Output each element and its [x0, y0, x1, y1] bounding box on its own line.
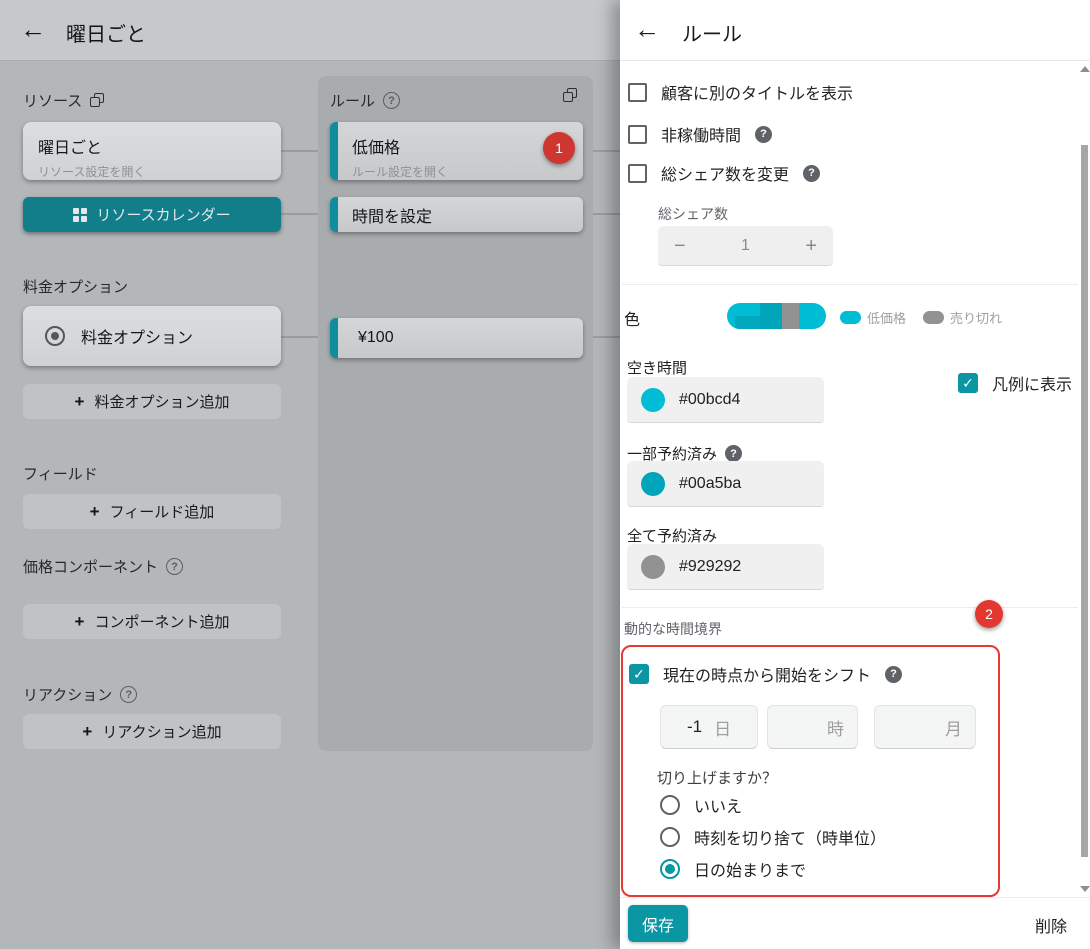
checkbox-row-nonworking-hours: 非稼働時間 ?	[628, 122, 773, 146]
save-button[interactable]: 保存	[628, 905, 688, 942]
scrollbar-thumb[interactable]	[1081, 145, 1088, 857]
checkbox-row-change-shares: 総シェア数を変更 ?	[628, 161, 821, 185]
price-components-section-label: 価格コンポーネント ?	[23, 556, 184, 577]
resource-calendar-button[interactable]: リソースカレンダー	[23, 197, 281, 232]
editor-header: ← 曜日ごと	[0, 0, 620, 61]
radio-row-truncate-hour: 時刻を切り捨て（時単位）	[660, 825, 886, 849]
drawer-header: ← ルール	[620, 0, 1090, 61]
price-option-card[interactable]: 料金オプション	[23, 306, 281, 366]
color-section-label: 色	[624, 312, 641, 329]
annotation-red-box: ✓ 現在の時点から開始をシフト ? -1 日 時 月 切り上げますか？ いいえ	[621, 645, 1000, 897]
radio-row-start-of-day: 日の始まりまで	[660, 857, 806, 881]
help-icon[interactable]: ?	[120, 686, 138, 703]
checkbox-unchecked[interactable]	[628, 82, 647, 102]
rule-card-price[interactable]: ¥100	[330, 318, 583, 358]
resource-card[interactable]: 曜日ごと リソース設定を開く	[23, 122, 281, 180]
checkbox-row-customer-title: 顧客に別のタイトルを表示	[628, 80, 853, 104]
copy-icon[interactable]	[563, 88, 578, 103]
checkbox-unchecked[interactable]	[628, 163, 647, 183]
legend-sold-out: 売り切れ	[923, 308, 1002, 327]
rules-section-label: ルール ?	[330, 90, 401, 111]
divider	[622, 284, 1078, 285]
help-icon[interactable]: ?	[166, 558, 184, 575]
reactions-section-label: リアクション ?	[23, 684, 138, 705]
copy-icon[interactable]	[90, 93, 105, 108]
share-count-stepper: − 1 +	[658, 226, 833, 266]
flow-editor-panel: ← 曜日ごと リソース 曜日ごと リソース設定を開く リソースカレンダー 料金オ…	[0, 0, 620, 949]
fields-section-label: フィールド	[23, 466, 98, 483]
share-count-value[interactable]: 1	[741, 237, 750, 255]
fully-booked-color-field[interactable]: #929292	[627, 544, 824, 590]
footer-divider	[620, 897, 1090, 898]
show-in-legend-row: ✓ 凡例に表示	[958, 371, 1072, 395]
add-price-option-button[interactable]: + 料金オプション追加	[23, 384, 281, 419]
resource-card-subtitle: リソース設定を開く	[38, 165, 146, 179]
back-arrow-icon[interactable]: ←	[20, 16, 46, 42]
color-dot	[641, 387, 665, 412]
calendar-grid-icon	[73, 208, 87, 222]
help-icon[interactable]: ?	[803, 164, 821, 182]
plus-icon: +	[89, 501, 100, 521]
resources-section-label: リソース	[23, 90, 105, 111]
partially-booked-color-field[interactable]: #00a5ba	[627, 461, 824, 507]
shift-months-input[interactable]: 月	[874, 705, 976, 749]
fully-booked-label: 全て予約済み	[627, 528, 718, 545]
drawer-title: ルール	[682, 24, 742, 46]
rule-settings-drawer: ← ルール 顧客に別のタイトルを表示 非稼働時間 ? 総シェア数を変更 ? 総シ…	[620, 0, 1090, 949]
price-options-section-label: 料金オプション	[23, 279, 129, 296]
radio-checked[interactable]	[660, 859, 680, 879]
shift-start-row: ✓ 現在の時点から開始をシフト ?	[629, 662, 903, 686]
radio-unchecked[interactable]	[660, 827, 680, 847]
legend-swatch-gray	[923, 311, 944, 324]
scrollbar-down-arrow[interactable]	[1080, 886, 1090, 892]
available-color-field[interactable]: #00bcd4	[627, 377, 824, 423]
rules-column: ルール ? 低価格 ルール設定を開く 1 時間を設定 ¥100	[318, 76, 593, 751]
plus-icon: +	[74, 391, 85, 411]
app-root: ← 曜日ごと リソース 曜日ごと リソース設定を開く リソースカレンダー 料金オ…	[0, 0, 1090, 949]
annotation-badge-1: 1	[543, 132, 575, 164]
legend-low-price: 低価格	[840, 308, 906, 327]
increment-button[interactable]: +	[805, 236, 817, 256]
round-up-question-label: 切り上げますか？	[657, 770, 778, 787]
share-count-label: 総シェア数	[658, 206, 728, 222]
radio-row-no: いいえ	[660, 793, 742, 817]
rule-card-set-time[interactable]: 時間を設定	[330, 197, 583, 232]
color-preview-pill	[727, 303, 826, 329]
decrement-button[interactable]: −	[674, 236, 686, 256]
divider	[622, 607, 1078, 608]
available-time-label: 空き時間	[627, 360, 688, 377]
add-component-button[interactable]: + コンポーネント追加	[23, 604, 281, 639]
add-field-button[interactable]: + フィールド追加	[23, 494, 281, 529]
delete-button[interactable]: 削除	[1035, 913, 1067, 937]
price-option-card-title: 料金オプション	[81, 330, 194, 347]
help-icon[interactable]: ?	[725, 445, 743, 462]
plus-icon: +	[82, 721, 93, 741]
color-dot	[641, 554, 665, 579]
legend-swatch-teal	[840, 311, 861, 324]
checkbox-unchecked[interactable]	[628, 124, 647, 144]
editor-title: 曜日ごと	[66, 24, 146, 46]
back-arrow-icon[interactable]: ←	[634, 16, 660, 42]
radio-button-icon	[45, 326, 65, 346]
shift-hours-input[interactable]: 時	[767, 705, 858, 749]
rule-card-low-price[interactable]: 低価格 ルール設定を開く 1	[330, 122, 583, 180]
help-icon[interactable]: ?	[885, 665, 903, 683]
plus-icon: +	[74, 611, 85, 631]
help-icon[interactable]: ?	[383, 92, 401, 109]
checkbox-checked[interactable]: ✓	[629, 664, 649, 684]
scrollbar-up-arrow[interactable]	[1080, 66, 1090, 72]
help-icon[interactable]: ?	[755, 125, 773, 143]
add-reaction-button[interactable]: + リアクション追加	[23, 714, 281, 749]
checkbox-checked[interactable]: ✓	[958, 373, 978, 393]
color-dot	[641, 471, 665, 496]
shift-days-input[interactable]: -1 日	[660, 705, 758, 749]
dynamic-boundary-label: 動的な時間境界	[624, 621, 722, 637]
radio-unchecked[interactable]	[660, 795, 680, 815]
resource-card-title: 曜日ごと	[38, 140, 103, 157]
annotation-badge-2: 2	[975, 600, 1003, 628]
